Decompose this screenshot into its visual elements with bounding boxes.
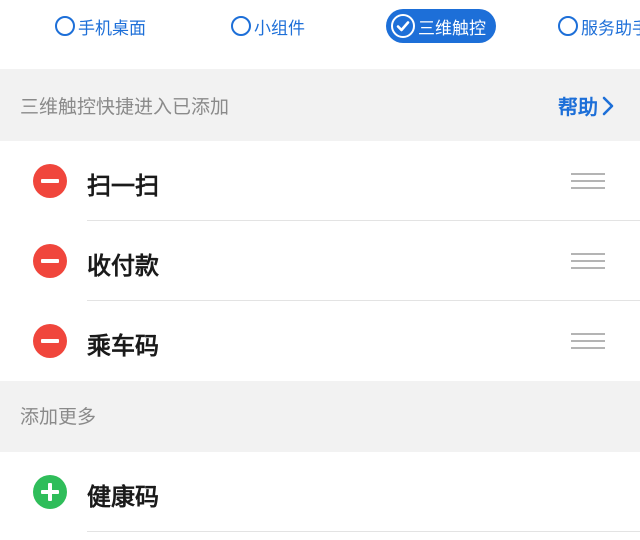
remove-button[interactable] bbox=[33, 164, 67, 198]
list-item-payment: 收付款 bbox=[0, 221, 640, 301]
remove-button[interactable] bbox=[33, 324, 67, 358]
tab-bar: 手机桌面 小组件 三维触控 服务助手 bbox=[0, 0, 640, 52]
section-title: 三维触控快捷进入已添加 bbox=[20, 96, 230, 118]
drag-handle-icon[interactable] bbox=[571, 331, 605, 351]
tab-label: 小组件 bbox=[254, 18, 305, 39]
drag-handle-icon[interactable] bbox=[571, 171, 605, 191]
minus-icon bbox=[41, 339, 59, 343]
drag-handle-icon[interactable] bbox=[571, 251, 605, 271]
remove-button[interactable] bbox=[33, 244, 67, 278]
tab-label: 服务助手 bbox=[581, 18, 640, 39]
add-button[interactable] bbox=[33, 475, 67, 509]
tab-service-assistant[interactable]: 服务助手 bbox=[558, 9, 640, 43]
tab-label: 三维触控 bbox=[418, 18, 486, 39]
item-label: 扫一扫 bbox=[87, 172, 159, 200]
tab-3d-touch[interactable]: 三维触控 bbox=[386, 9, 496, 43]
divider bbox=[87, 531, 640, 532]
item-label: 收付款 bbox=[87, 252, 159, 280]
radio-unchecked-icon bbox=[231, 16, 251, 36]
section-title: 添加更多 bbox=[20, 406, 97, 428]
tab-phone-desktop[interactable]: 手机桌面 bbox=[55, 9, 146, 43]
tab-widgets[interactable]: 小组件 bbox=[231, 9, 305, 43]
list-item-transit-code: 乘车码 bbox=[0, 301, 640, 381]
list-item-scan: 扫一扫 bbox=[0, 141, 640, 221]
help-link[interactable]: 帮助 bbox=[558, 91, 614, 120]
radio-unchecked-icon bbox=[55, 16, 75, 36]
added-section-header: 三维触控快捷进入已添加 帮助 bbox=[0, 69, 640, 141]
minus-icon bbox=[41, 179, 59, 183]
list-item-health-code: 健康码 bbox=[0, 452, 640, 532]
item-label: 乘车码 bbox=[87, 332, 159, 360]
checkmark-icon bbox=[391, 14, 415, 38]
radio-unchecked-icon bbox=[558, 16, 578, 36]
item-label: 健康码 bbox=[87, 483, 159, 511]
tab-label: 手机桌面 bbox=[78, 18, 146, 39]
minus-icon bbox=[41, 259, 59, 263]
chevron-right-icon bbox=[602, 96, 614, 116]
help-label: 帮助 bbox=[558, 95, 598, 119]
more-section-header: 添加更多 bbox=[0, 381, 640, 452]
